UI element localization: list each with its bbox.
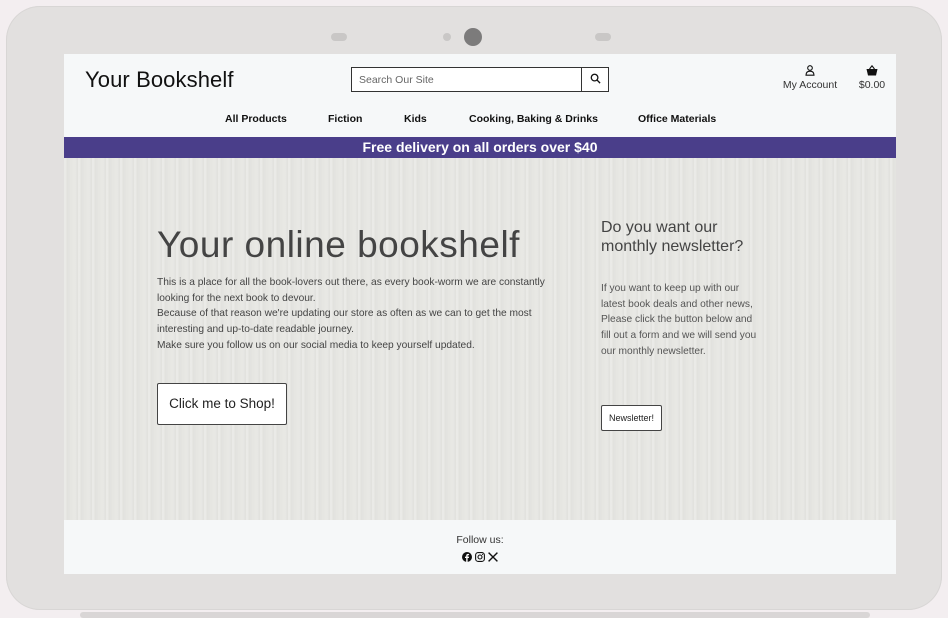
delivery-banner: Free delivery on all orders over $40	[64, 137, 896, 158]
front-camera	[464, 28, 482, 46]
site-logo[interactable]: Your Bookshelf	[85, 67, 234, 93]
hero-paragraph: Because of that reason we're updating ou…	[157, 308, 532, 336]
main-nav: All Products Fiction Kids Cooking, Bakin…	[64, 113, 896, 130]
site-header: Your Bookshelf My Account	[64, 54, 896, 110]
cart-total: $0.00	[858, 79, 886, 91]
newsletter-button[interactable]: Newsletter!	[601, 405, 662, 431]
search-input[interactable]	[352, 68, 581, 91]
basket-icon	[854, 65, 890, 76]
hero-description: This is a place for all the book-lovers …	[157, 275, 577, 354]
sensor-right	[595, 33, 611, 41]
hero-paragraph: This is a place for all the book-lovers …	[157, 277, 545, 304]
my-account-label: My Account	[782, 79, 838, 91]
search-bar	[351, 67, 609, 92]
hero-paragraph: Make sure you follow us on our social me…	[157, 339, 475, 351]
sensor-dot	[443, 33, 451, 41]
nav-item-cooking[interactable]: Cooking, Baking & Drinks	[469, 113, 598, 125]
nav-item-kids[interactable]: Kids	[404, 113, 427, 125]
nav-item-fiction[interactable]: Fiction	[328, 113, 362, 125]
nav-item-all-products[interactable]: All Products	[225, 113, 287, 125]
facebook-icon[interactable]	[462, 551, 473, 562]
x-icon[interactable]	[488, 551, 499, 562]
hero-section: Your online bookshelf This is a place fo…	[64, 158, 896, 520]
hero-title: Your online bookshelf	[157, 224, 520, 265]
newsletter-title: Do you want our monthly newsletter?	[601, 219, 744, 255]
sensor-left	[331, 33, 347, 41]
my-account-link[interactable]: My Account	[778, 65, 842, 91]
device-bottom-edge	[80, 612, 870, 618]
shop-button[interactable]: Click me to Shop!	[157, 383, 287, 425]
social-links	[64, 551, 896, 562]
user-icon	[778, 65, 842, 76]
cart-link[interactable]: $0.00	[854, 65, 890, 91]
newsletter-text: If you want to keep up with our latest b…	[601, 283, 757, 357]
search-button[interactable]	[581, 68, 608, 91]
instagram-icon[interactable]	[475, 551, 486, 562]
nav-item-office-materials[interactable]: Office Materials	[638, 113, 716, 125]
search-icon	[590, 71, 601, 89]
follow-us-label: Follow us:	[456, 534, 504, 546]
tablet-frame: Your Bookshelf My Account	[6, 6, 942, 610]
site-footer: Follow us:	[64, 520, 896, 574]
web-page: Your Bookshelf My Account	[64, 54, 896, 574]
